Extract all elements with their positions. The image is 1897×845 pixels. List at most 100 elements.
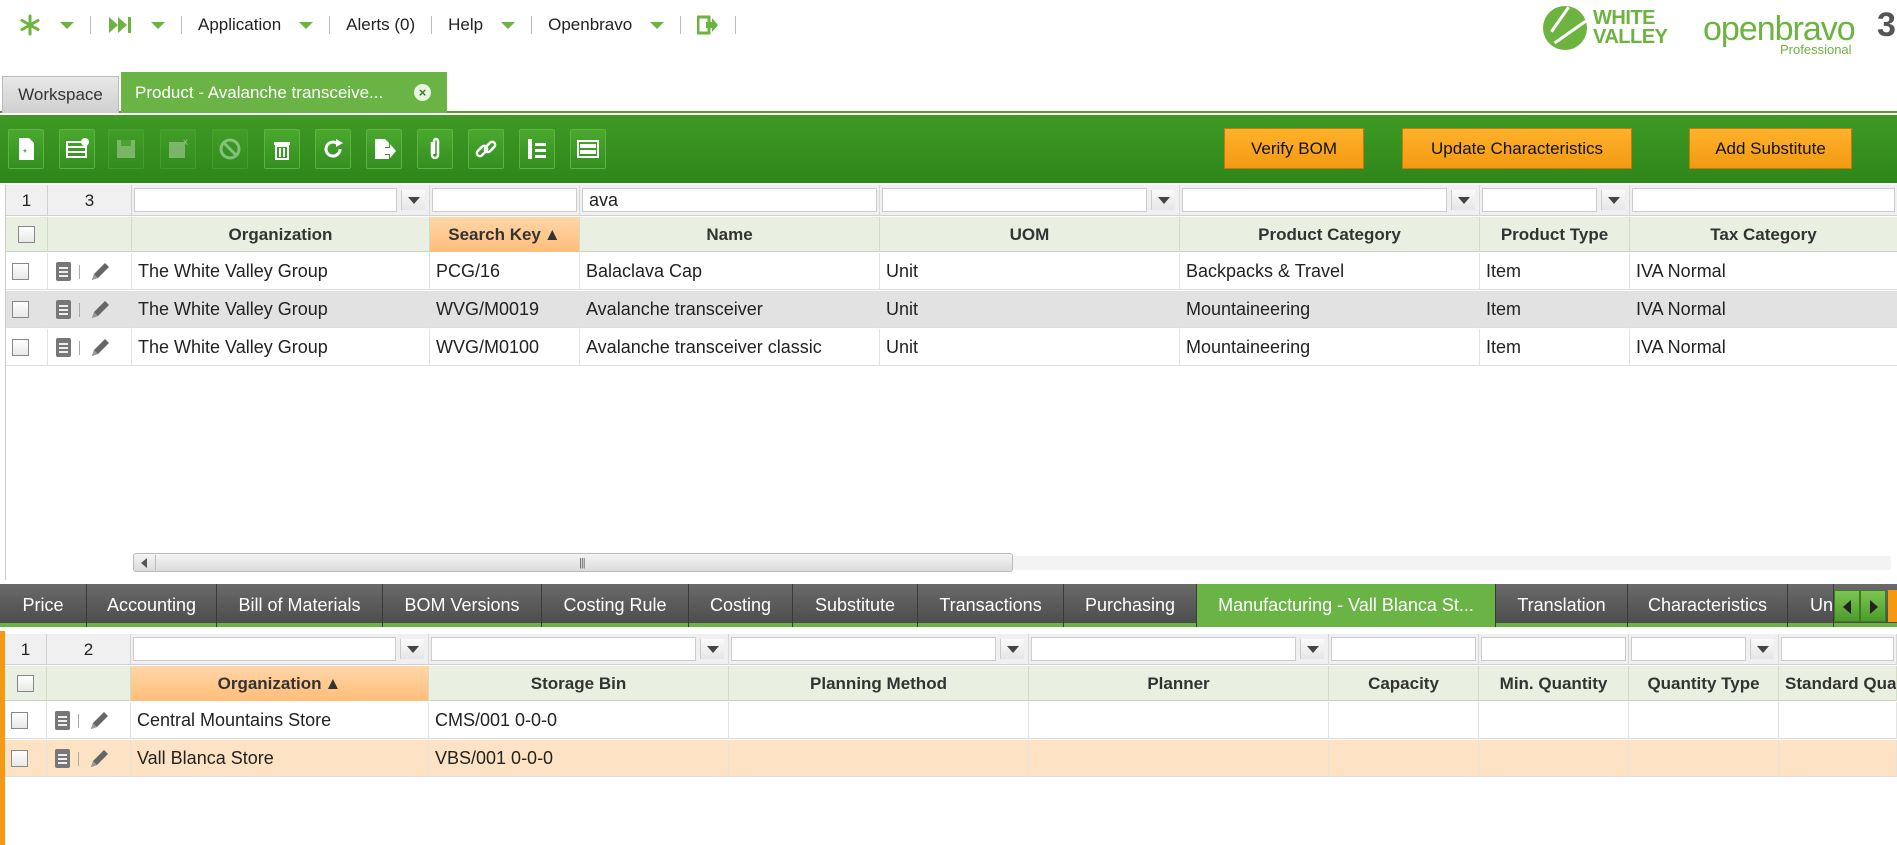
quick-create-menu[interactable] <box>107 14 165 36</box>
filter-planner[interactable] <box>1029 634 1329 665</box>
application-menu[interactable]: Application <box>198 15 314 35</box>
filter-organization[interactable] <box>131 634 429 665</box>
column-header-product-type[interactable]: Product Type <box>1480 217 1630 252</box>
quick-launch-menu[interactable] <box>18 13 74 37</box>
undo-button[interactable] <box>212 129 248 169</box>
toggle-view-button[interactable] <box>570 129 606 169</box>
select-all[interactable] <box>5 666 47 701</box>
chevron-down-icon[interactable] <box>400 639 424 659</box>
filter-quantity-type[interactable] <box>1629 634 1779 665</box>
tab-accounting[interactable]: Accounting <box>87 584 217 627</box>
attachment-button[interactable] <box>417 129 453 169</box>
logout-button[interactable] <box>697 15 719 35</box>
pencil-icon[interactable] <box>87 710 111 732</box>
tab-costing-rule[interactable]: Costing Rule <box>542 584 689 627</box>
column-header-planning-method[interactable]: Planning Method <box>729 666 1029 701</box>
column-header-search-key[interactable]: Search Key ▲ <box>430 217 580 252</box>
column-header-standard-quantity[interactable]: Standard Qua <box>1779 666 1897 701</box>
filter-search-key[interactable] <box>430 185 580 216</box>
save-close-button[interactable]: x <box>160 129 196 169</box>
chevron-down-icon[interactable] <box>1151 190 1175 210</box>
column-header-organization[interactable]: Organization ▲ <box>131 666 429 701</box>
row-select[interactable] <box>5 702 47 739</box>
tab-substitute[interactable]: Substitute <box>793 584 918 627</box>
select-all[interactable] <box>6 217 48 252</box>
row-select[interactable] <box>5 740 47 777</box>
chevron-down-icon[interactable] <box>1300 639 1324 659</box>
chevron-down-icon[interactable] <box>1451 190 1475 210</box>
scroll-tabs-left-icon[interactable] <box>1834 590 1860 622</box>
document-icon[interactable] <box>55 711 70 730</box>
table-row[interactable]: The White Valley Group PCG/16 Balaclava … <box>6 253 1897 290</box>
refresh-button[interactable] <box>315 129 351 169</box>
tools-button[interactable] <box>519 129 555 169</box>
help-menu[interactable]: Help <box>448 15 516 35</box>
filter-name[interactable]: ava <box>580 185 880 216</box>
filter-planning-method[interactable] <box>729 634 1029 665</box>
scroll-grip-icon[interactable]: ||| <box>579 557 586 569</box>
link-button[interactable] <box>468 129 504 169</box>
tab-overflow[interactable]: Un <box>1788 584 1834 627</box>
table-row[interactable]: The White Valley Group WVG/M0019 Avalanc… <box>6 291 1897 328</box>
checkbox[interactable] <box>17 675 34 692</box>
tab-manufacturing[interactable]: Manufacturing - Vall Blanca St... <box>1197 584 1496 627</box>
update-characteristics-button[interactable]: Update Characteristics <box>1402 128 1632 169</box>
checkbox[interactable] <box>11 750 28 767</box>
tab-bill-of-materials[interactable]: Bill of Materials <box>217 584 383 627</box>
document-icon[interactable] <box>56 338 71 357</box>
checkbox[interactable] <box>12 301 29 318</box>
checkbox[interactable] <box>18 226 35 243</box>
chevron-down-icon[interactable] <box>1000 639 1024 659</box>
filter-name-value[interactable]: ava <box>582 188 877 212</box>
filter-storage-bin[interactable] <box>429 634 729 665</box>
pencil-icon[interactable] <box>88 337 112 359</box>
chevron-down-icon[interactable] <box>700 639 724 659</box>
column-header-tax-category[interactable]: Tax Category <box>1630 217 1897 252</box>
row-select[interactable] <box>6 329 48 366</box>
column-header-capacity[interactable]: Capacity <box>1329 666 1479 701</box>
column-header-min-quantity[interactable]: Min. Quantity <box>1479 666 1629 701</box>
pencil-icon[interactable] <box>88 299 112 321</box>
document-icon[interactable] <box>56 262 71 281</box>
column-header-planner[interactable]: Planner <box>1029 666 1329 701</box>
table-row[interactable]: Central Mountains Store CMS/001 0-0-0 <box>5 702 1897 739</box>
filter-uom[interactable] <box>880 185 1180 216</box>
pencil-icon[interactable] <box>88 261 112 283</box>
new-row-button[interactable] <box>59 129 95 169</box>
chevron-down-icon[interactable] <box>401 190 425 210</box>
tab-product[interactable]: Product - Avalanche transceive... × <box>121 72 447 113</box>
tab-costing[interactable]: Costing <box>689 584 793 627</box>
checkbox[interactable] <box>12 263 29 280</box>
close-icon[interactable]: × <box>414 84 431 101</box>
add-substitute-button[interactable]: Add Substitute <box>1689 128 1852 169</box>
scroll-tabs-right-icon[interactable] <box>1860 590 1886 622</box>
column-header-name[interactable]: Name <box>580 217 880 252</box>
tab-characteristics[interactable]: Characteristics <box>1628 584 1788 627</box>
tab-transactions[interactable]: Transactions <box>918 584 1064 627</box>
verify-bom-button[interactable]: Verify BOM <box>1224 128 1364 169</box>
tab-purchasing[interactable]: Purchasing <box>1064 584 1197 627</box>
column-header-uom[interactable]: UOM <box>880 217 1180 252</box>
filter-product-category[interactable] <box>1180 185 1480 216</box>
tab-workspace[interactable]: Workspace <box>2 76 119 113</box>
scroll-left-icon[interactable] <box>136 555 156 570</box>
new-document-button[interactable]: * <box>8 129 44 169</box>
tab-translation[interactable]: Translation <box>1496 584 1628 627</box>
table-row[interactable]: The White Valley Group WVG/M0100 Avalanc… <box>6 329 1897 366</box>
chevron-down-icon[interactable] <box>1750 639 1774 659</box>
tabs-menu-icon[interactable] <box>1888 590 1897 622</box>
pencil-icon[interactable] <box>87 748 111 770</box>
user-profile-menu[interactable]: Openbravo <box>548 15 665 35</box>
filter-capacity[interactable] <box>1329 634 1479 665</box>
chevron-down-icon[interactable] <box>1601 190 1625 210</box>
column-header-storage-bin[interactable]: Storage Bin <box>429 666 729 701</box>
horizontal-scrollbar[interactable]: ||| <box>133 553 1013 572</box>
export-button[interactable] <box>366 129 402 169</box>
column-header-product-category[interactable]: Product Category <box>1180 217 1480 252</box>
document-icon[interactable] <box>55 749 70 768</box>
checkbox[interactable] <box>12 339 29 356</box>
save-button[interactable] <box>108 129 144 169</box>
filter-min-quantity[interactable] <box>1479 634 1629 665</box>
tab-bom-versions[interactable]: BOM Versions <box>383 584 542 627</box>
column-header-organization[interactable]: Organization <box>132 217 430 252</box>
